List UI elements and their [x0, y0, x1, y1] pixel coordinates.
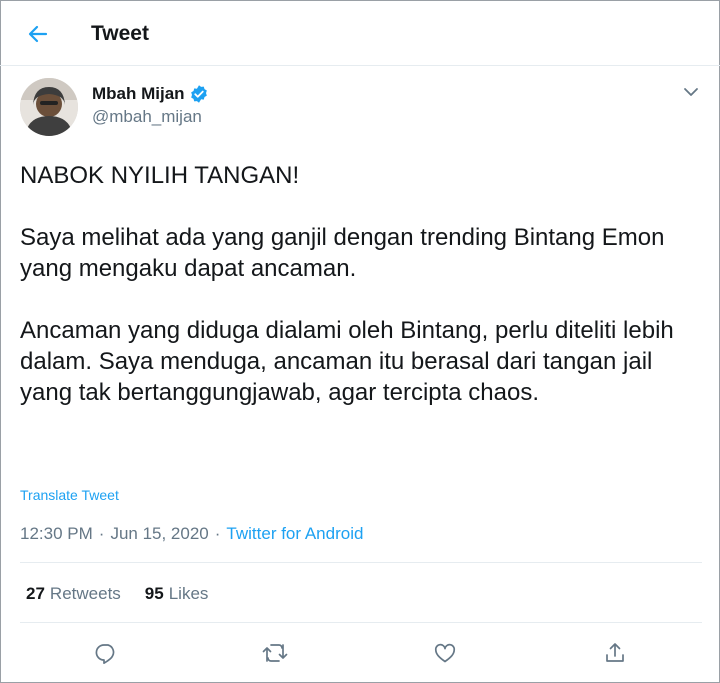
reply-button[interactable] [89, 636, 123, 670]
more-options-button[interactable] [680, 82, 702, 102]
meta-separator: · [98, 524, 105, 543]
likes-count: 95 [144, 584, 164, 603]
author-handle[interactable]: @mbah_mijan [92, 107, 202, 127]
share-icon [606, 643, 624, 662]
tweet-stats: 27 Retweets 95 Likes [26, 584, 232, 604]
meta-separator: · [214, 524, 221, 543]
tweet-meta: 12:30 PM · Jun 15, 2020 · Twitter for An… [20, 524, 363, 544]
retweets-stat[interactable]: 27 Retweets [26, 584, 121, 604]
action-bar [0, 636, 720, 670]
like-icon [434, 643, 456, 663]
retweet-icon [262, 644, 288, 662]
like-button[interactable] [428, 636, 462, 670]
tweet-date[interactable]: Jun 15, 2020 [110, 524, 208, 544]
avatar[interactable] [20, 78, 78, 136]
tweet-paragraph: Saya melihat ada yang ganjil dengan tren… [20, 224, 665, 282]
tweet-paragraph: Ancaman yang diduga dialami oleh Bintang… [20, 317, 674, 406]
verified-badge-icon [190, 85, 207, 103]
retweet-button[interactable] [258, 636, 292, 670]
page-title: Tweet [91, 22, 149, 45]
header: Tweet [0, 0, 720, 66]
back-arrow-icon [28, 25, 48, 43]
share-button[interactable] [598, 636, 632, 670]
reply-icon [95, 644, 115, 665]
tweet-source-link[interactable]: Twitter for Android [226, 524, 363, 544]
author-name-row: Mbah Mijan [92, 84, 209, 104]
tweet-paragraph: NABOK NYILIH TANGAN! [20, 162, 300, 189]
chevron-down-icon [684, 88, 698, 96]
translate-tweet-link[interactable]: Translate Tweet [20, 487, 119, 503]
tweet-time[interactable]: 12:30 PM [20, 524, 93, 544]
divider [20, 622, 702, 623]
retweets-label: Retweets [49, 584, 121, 603]
retweets-count: 27 [26, 584, 45, 603]
back-button[interactable] [22, 20, 54, 48]
author-name[interactable]: Mbah Mijan [92, 84, 185, 104]
tweet-text: NABOK NYILIH TANGAN! Saya melihat ada ya… [20, 160, 705, 408]
likes-label: Likes [168, 584, 209, 603]
divider [20, 562, 702, 563]
likes-stat[interactable]: 95 Likes [145, 584, 209, 604]
